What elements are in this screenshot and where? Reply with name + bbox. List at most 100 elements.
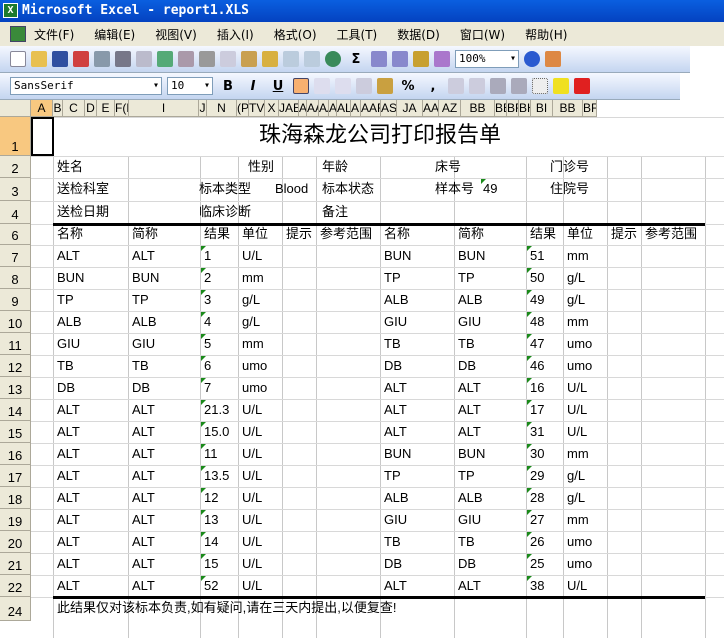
row-header[interactable]: 18: [0, 487, 31, 509]
menu-item[interactable]: 视图(V): [155, 26, 197, 43]
menu-item[interactable]: 文件(F): [34, 26, 74, 43]
column-header[interactable]: D: [85, 100, 97, 117]
align-right-icon[interactable]: [335, 78, 351, 94]
underline-button[interactable]: U: [268, 79, 288, 94]
column-header[interactable]: N: [207, 100, 237, 117]
menu-item[interactable]: 窗口(W): [460, 26, 505, 43]
italic-button[interactable]: I: [243, 79, 263, 94]
row-header[interactable]: 1: [0, 117, 31, 156]
column-header[interactable]: BB: [461, 100, 495, 117]
increase-decimal-icon[interactable]: [448, 78, 464, 94]
fill-color-icon[interactable]: [553, 78, 569, 94]
column-header[interactable]: X: [265, 100, 279, 117]
column-header[interactable]: JA: [397, 100, 423, 117]
help-icon[interactable]: [524, 51, 540, 67]
column-header[interactable]: TVW: [249, 100, 265, 117]
font-color-icon[interactable]: [574, 78, 590, 94]
menu-item[interactable]: 插入(I): [217, 26, 254, 43]
format-painter-icon[interactable]: [262, 51, 278, 67]
align-left-icon[interactable]: [293, 78, 309, 94]
menu-item[interactable]: 帮助(H): [525, 26, 567, 43]
menu-item[interactable]: 格式(O): [274, 26, 317, 43]
menu-item[interactable]: 数据(D): [397, 26, 440, 43]
column-header[interactable]: AAI: [307, 100, 319, 117]
row-header[interactable]: 11: [0, 333, 31, 355]
column-header[interactable]: AAR: [361, 100, 381, 117]
row-header[interactable]: 16: [0, 443, 31, 465]
column-header[interactable]: BB: [553, 100, 583, 117]
redo-icon[interactable]: [304, 51, 320, 67]
column-header[interactable]: (PQR: [237, 100, 249, 117]
column-header[interactable]: AA: [319, 100, 329, 117]
copy-icon[interactable]: [220, 51, 236, 67]
print-preview-icon[interactable]: [136, 51, 152, 67]
comma-button[interactable]: ,: [423, 79, 443, 94]
row-header[interactable]: 7: [0, 245, 31, 267]
column-header[interactable]: BI: [531, 100, 553, 117]
hyperlink-icon[interactable]: [325, 51, 341, 67]
row-header[interactable]: 21: [0, 553, 31, 575]
column-header[interactable]: B: [53, 100, 63, 117]
drawing-icon[interactable]: [434, 51, 450, 67]
row-header[interactable]: 19: [0, 509, 31, 531]
percent-button[interactable]: %: [398, 79, 418, 94]
column-header[interactable]: AL: [337, 100, 351, 117]
column-header[interactable]: AZ: [439, 100, 461, 117]
sort-ascending-icon[interactable]: [371, 51, 387, 67]
row-header[interactable]: 15: [0, 421, 31, 443]
row-header[interactable]: 3: [0, 178, 31, 201]
currency-icon[interactable]: [377, 78, 393, 94]
paste-icon[interactable]: [241, 51, 257, 67]
column-header[interactable]: AAA: [299, 100, 307, 117]
row-header[interactable]: 17: [0, 465, 31, 487]
spelling-icon[interactable]: [157, 51, 173, 67]
column-header[interactable]: A: [31, 100, 53, 117]
active-cell-a1[interactable]: [31, 117, 54, 156]
autosum-icon[interactable]: Σ: [346, 52, 366, 67]
print-icon[interactable]: [115, 51, 131, 67]
column-header[interactable]: JAE: [279, 100, 299, 117]
email-icon[interactable]: [94, 51, 110, 67]
borders-icon[interactable]: [532, 78, 548, 94]
permission-icon[interactable]: [73, 51, 89, 67]
font-size-select[interactable]: 10: [167, 77, 213, 95]
select-all-corner[interactable]: [0, 100, 31, 117]
row-header[interactable]: 24: [0, 597, 31, 621]
menu-item[interactable]: 编辑(E): [94, 26, 135, 43]
column-header[interactable]: BH: [519, 100, 531, 117]
row-header[interactable]: 12: [0, 355, 31, 377]
open-icon[interactable]: [31, 51, 47, 67]
decrease-indent-icon[interactable]: [490, 78, 506, 94]
column-header[interactable]: BF: [583, 100, 597, 117]
menu-item[interactable]: 工具(T): [337, 26, 378, 43]
chart-wizard-icon[interactable]: [413, 51, 429, 67]
row-header[interactable]: 9: [0, 289, 31, 311]
save-icon[interactable]: [52, 51, 68, 67]
align-center-icon[interactable]: [314, 78, 330, 94]
row-header[interactable]: 4: [0, 201, 31, 224]
column-header[interactable]: E: [97, 100, 115, 117]
increase-indent-icon[interactable]: [511, 78, 527, 94]
column-header[interactable]: AM: [351, 100, 361, 117]
row-header[interactable]: 8: [0, 267, 31, 289]
row-header[interactable]: 6: [0, 224, 31, 245]
row-header[interactable]: 20: [0, 531, 31, 553]
sort-descending-icon[interactable]: [392, 51, 408, 67]
row-header[interactable]: 2: [0, 156, 31, 178]
column-header[interactable]: AAA: [423, 100, 439, 117]
column-header[interactable]: C: [63, 100, 85, 117]
bold-button[interactable]: B: [218, 79, 238, 94]
document-icon[interactable]: [10, 26, 26, 42]
row-header[interactable]: 10: [0, 311, 31, 333]
research-icon[interactable]: [178, 51, 194, 67]
worksheet-grid[interactable]: ABCDEF(HIJN(PQRTVWXJAEAAAAAIAAAKALAMAARA…: [0, 100, 724, 638]
row-header[interactable]: 22: [0, 575, 31, 597]
decrease-decimal-icon[interactable]: [469, 78, 485, 94]
column-header[interactable]: AK: [329, 100, 337, 117]
undo-icon[interactable]: [283, 51, 299, 67]
column-header[interactable]: I: [129, 100, 199, 117]
row-header[interactable]: 13: [0, 377, 31, 399]
font-select[interactable]: SansSerif: [10, 77, 162, 95]
column-header[interactable]: J: [199, 100, 207, 117]
zoom-select[interactable]: 100%: [455, 50, 519, 68]
